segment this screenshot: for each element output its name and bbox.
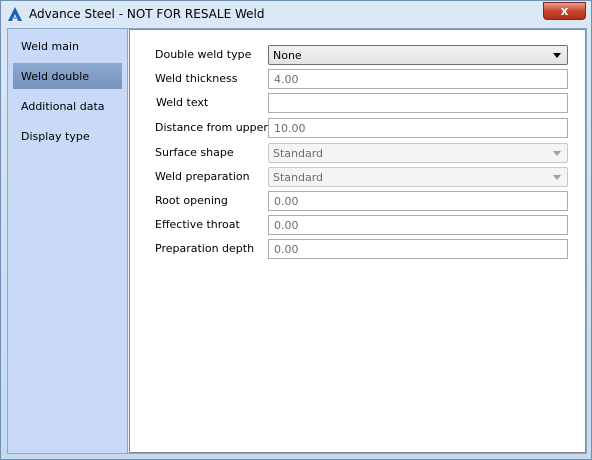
- double-weld-type-dropdown[interactable]: None: [268, 45, 568, 65]
- weld-text-label: Weld text: [156, 96, 209, 109]
- preparation-depth-row: Preparation depth 0.00: [130, 239, 585, 259]
- close-icon: x: [560, 4, 569, 18]
- root-opening-input[interactable]: 0.00: [268, 191, 568, 211]
- effective-throat-label: Effective throat: [155, 218, 240, 231]
- preparation-depth-label: Preparation depth: [155, 242, 255, 255]
- weld-preparation-label: Weld preparation: [155, 170, 250, 183]
- close-button[interactable]: x: [543, 2, 586, 20]
- chevron-down-icon: [553, 151, 561, 156]
- dialog-body: Weld main Weld double Additional data Di…: [7, 28, 587, 454]
- distance-from-upper-row: Distance from upper 10.00: [130, 118, 585, 138]
- weld-thickness-label: Weld thickness: [155, 72, 238, 85]
- effective-throat-input[interactable]: 0.00: [268, 215, 568, 235]
- properties-panel: Double weld type None Weld thickness 4.0…: [129, 29, 586, 453]
- surface-shape-row: Surface shape Standard: [130, 143, 585, 163]
- distance-from-upper-label: Distance from upper: [155, 121, 268, 134]
- double-weld-type-row: Double weld type None: [130, 45, 585, 65]
- sidebar-item-label: Weld double: [21, 69, 90, 83]
- sidebar-item-weld-double[interactable]: Weld double: [13, 63, 122, 89]
- weld-preparation-row: Weld preparation Standard: [130, 167, 585, 187]
- sidebar-item-label: Display type: [21, 129, 90, 143]
- sidebar: Weld main Weld double Additional data Di…: [8, 29, 128, 453]
- weld-preparation-value: Standard: [273, 170, 324, 184]
- weld-text-input[interactable]: [268, 93, 568, 113]
- preparation-depth-input[interactable]: 0.00: [268, 239, 568, 259]
- dialog-window: Advance Steel - NOT FOR RESALE Weld x We…: [0, 0, 592, 460]
- sidebar-item-label: Weld main: [21, 39, 80, 53]
- chevron-down-icon: [553, 53, 561, 58]
- distance-from-upper-input[interactable]: 10.00: [268, 118, 568, 138]
- surface-shape-value: Standard: [273, 146, 324, 160]
- sidebar-item-display-type[interactable]: Display type: [13, 123, 122, 149]
- effective-throat-row: Effective throat 0.00: [130, 215, 585, 235]
- double-weld-type-value: None: [273, 48, 302, 62]
- double-weld-type-label: Double weld type: [155, 48, 252, 61]
- surface-shape-dropdown[interactable]: Standard: [268, 143, 568, 163]
- surface-shape-label: Surface shape: [155, 146, 234, 159]
- advance-steel-logo-icon: [7, 6, 23, 22]
- sidebar-item-additional-data[interactable]: Additional data: [13, 93, 122, 119]
- weld-text-row: Weld text: [130, 93, 585, 113]
- weld-thickness-row: Weld thickness 4.00: [130, 69, 585, 89]
- root-opening-row: Root opening 0.00: [130, 191, 585, 211]
- sidebar-item-weld-main[interactable]: Weld main: [13, 33, 122, 59]
- weld-thickness-input[interactable]: 4.00: [268, 69, 568, 89]
- weld-preparation-dropdown[interactable]: Standard: [268, 167, 568, 187]
- window-title: Advance Steel - NOT FOR RESALE Weld: [29, 7, 265, 21]
- sidebar-item-label: Additional data: [21, 99, 105, 113]
- title-bar[interactable]: Advance Steel - NOT FOR RESALE Weld x: [1, 1, 591, 27]
- root-opening-label: Root opening: [155, 194, 228, 207]
- chevron-down-icon: [553, 175, 561, 180]
